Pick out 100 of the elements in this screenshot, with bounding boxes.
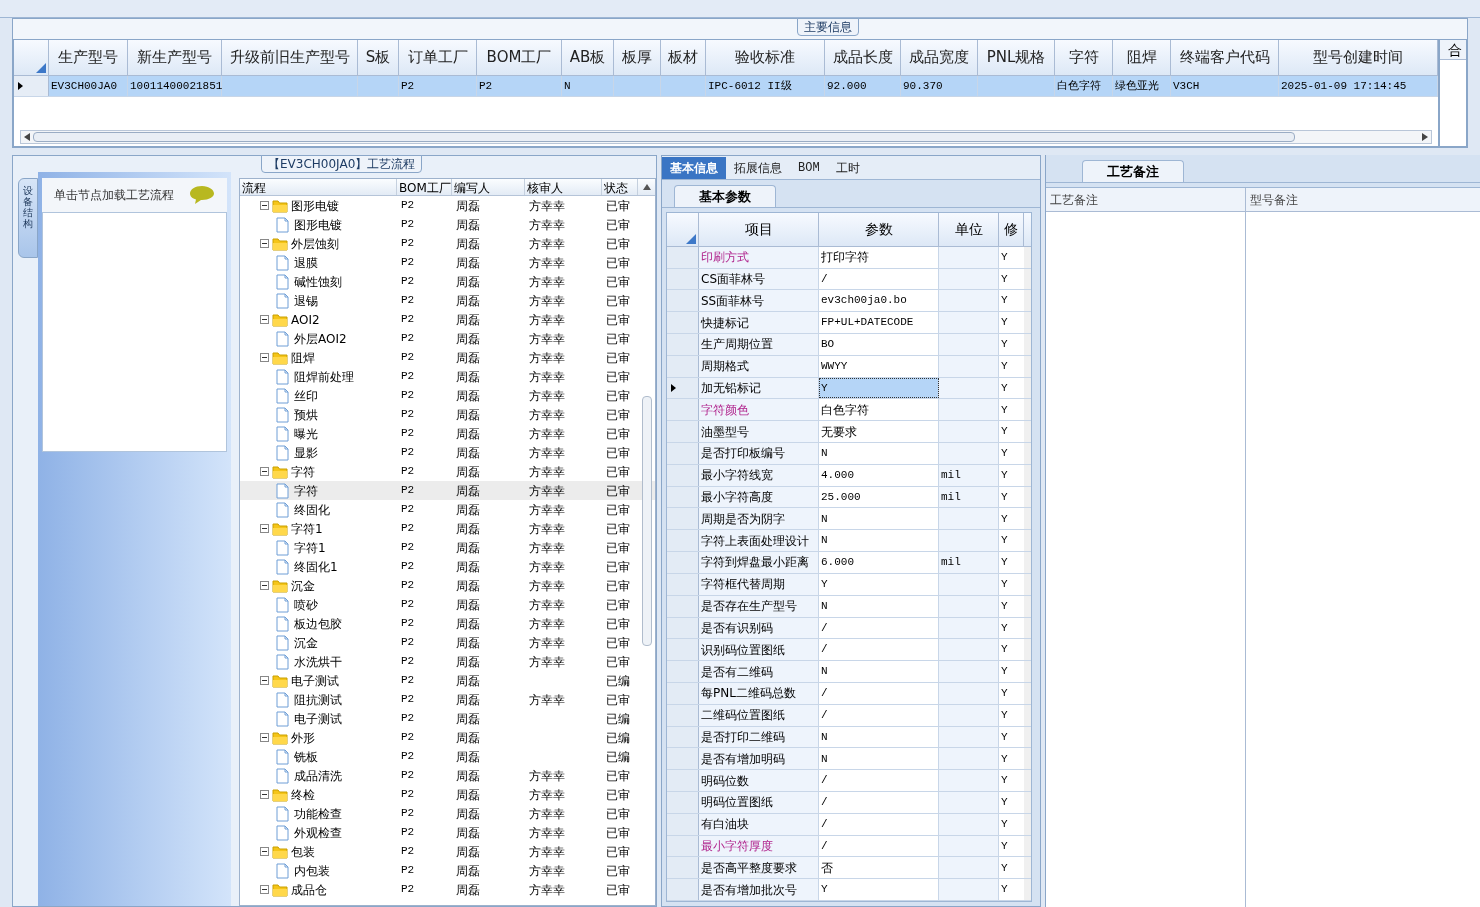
- tree-row[interactable]: 水洗烘干 P2 周磊 方幸幸 已审: [240, 652, 655, 671]
- column-header[interactable]: BOM工厂: [397, 179, 452, 195]
- column-header[interactable]: 核审人: [525, 179, 602, 195]
- column-header[interactable]: 新生产型号: [128, 40, 222, 75]
- table-row[interactable]: 油墨型号 无要求 Y: [667, 421, 1031, 443]
- table-row[interactable]: 字符颜色 白色字符 Y: [667, 399, 1031, 422]
- column-header[interactable]: 工艺备注: [1046, 188, 1245, 212]
- column-header[interactable]: 单位: [939, 213, 999, 246]
- column-header[interactable]: BOM工厂: [477, 40, 562, 75]
- table-row[interactable]: 最小字符高度 25.000 mil Y: [667, 486, 1031, 509]
- tree-row[interactable]: 外层蚀刻 P2 周磊 方幸幸 已审: [240, 234, 655, 253]
- tree-row[interactable]: 包装 P2 周磊 方幸幸 已审: [240, 842, 655, 861]
- tree-row[interactable]: 电子测试 P2 周磊 已编: [240, 671, 655, 690]
- tree-row[interactable]: 字符1 P2 周磊 方幸幸 已审: [240, 519, 655, 538]
- tab[interactable]: BOM: [790, 157, 828, 179]
- collapse-icon[interactable]: [260, 239, 269, 248]
- tree-row[interactable]: 字符 P2 周磊 方幸幸 已审: [240, 462, 655, 481]
- column-header[interactable]: 板材: [661, 40, 706, 75]
- collapse-icon[interactable]: [260, 467, 269, 476]
- table-row[interactable]: 是否打印二维码 N Y: [667, 726, 1031, 749]
- tree-row[interactable]: 阻抗测试 P2 周磊 方幸幸 已审: [240, 690, 655, 709]
- column-header[interactable]: 修: [999, 213, 1024, 246]
- tree-row[interactable]: 曝光 P2 周磊 方幸幸 已审: [240, 424, 655, 443]
- table-row[interactable]: 明码位置图纸 / Y: [667, 792, 1031, 814]
- table-row[interactable]: 有白油块 / Y: [667, 813, 1031, 836]
- collapse-icon[interactable]: [260, 315, 269, 324]
- tree-row[interactable]: 板边包胶 P2 周磊 方幸幸 已审: [240, 614, 655, 633]
- collapse-icon[interactable]: [260, 201, 269, 210]
- tree-row[interactable]: 终固化1 P2 周磊 方幸幸 已审: [240, 557, 655, 576]
- tree-row[interactable]: 图形电镀 P2 周磊 方幸幸 已审: [240, 196, 655, 215]
- tree-row[interactable]: 成品仓 P2 周磊 方幸幸 已审: [240, 880, 655, 899]
- column-header[interactable]: 终端客户代码: [1171, 40, 1279, 75]
- column-header[interactable]: 升级前旧生产型号: [222, 40, 358, 75]
- table-row[interactable]: 最小字符厚度 / Y: [667, 835, 1031, 858]
- tree-row[interactable]: 阻焊前处理 P2 周磊 方幸幸 已审: [240, 367, 655, 386]
- collapse-icon[interactable]: [260, 524, 269, 533]
- collapse-icon[interactable]: [260, 581, 269, 590]
- column-header[interactable]: S板: [358, 40, 399, 75]
- table-row[interactable]: 快捷标记 FP+UL+DATECODE Y: [667, 312, 1031, 334]
- tree-row[interactable]: 丝印 P2 周磊 方幸幸 已审: [240, 386, 655, 405]
- tree-row[interactable]: 终固化 P2 周磊 方幸幸 已审: [240, 500, 655, 519]
- table-row[interactable]: 二维码位置图纸 / Y: [667, 704, 1031, 727]
- tree-row[interactable]: 外层AOI2 P2 周磊 方幸幸 已审: [240, 329, 655, 348]
- column-header[interactable]: 字符: [1055, 40, 1113, 75]
- table-row[interactable]: 周期格式 WWYY Y: [667, 355, 1031, 378]
- column-header[interactable]: 项目: [699, 213, 819, 246]
- table-row[interactable]: 字符到焊盘最小距离 6.000 mil Y: [667, 552, 1031, 574]
- table-row[interactable]: 每PNL二维码总数 / Y: [667, 682, 1031, 705]
- table-row[interactable]: 最小字符线宽 4.000 mil Y: [667, 464, 1031, 487]
- collapse-icon[interactable]: [260, 790, 269, 799]
- tab[interactable]: 拓展信息: [726, 157, 790, 179]
- tree-row[interactable]: 沉金 P2 周磊 方幸幸 已审: [240, 633, 655, 652]
- tab[interactable]: 工艺备注: [1082, 160, 1184, 182]
- table-row[interactable]: 周期是否为阴字 N Y: [667, 508, 1031, 531]
- scroll-left-icon[interactable]: [24, 133, 30, 141]
- horizontal-scrollbar[interactable]: [20, 130, 1432, 144]
- table-row[interactable]: 字符框代替周期 Y Y: [667, 573, 1031, 596]
- table-row[interactable]: 印刷方式 打印字符 Y: [667, 246, 1031, 269]
- tree-row[interactable]: 阻焊 P2 周磊 方幸幸 已审: [240, 348, 655, 367]
- tree-row[interactable]: 退膜 P2 周磊 方幸幸 已审: [240, 253, 655, 272]
- column-header[interactable]: 参数: [819, 213, 939, 246]
- table-row[interactable]: CS面菲林号 / Y: [667, 268, 1031, 291]
- table-row[interactable]: EV3CH00JA0 10011400021851 P2 P2 N IPC-6012 II级 92.000 90.370 白色字符 绿色亚光 V3CH 2025-01-09 17:14:45: [14, 76, 1438, 97]
- tree-row[interactable]: AOI2 P2 周磊 方幸幸 已审: [240, 310, 655, 329]
- column-header[interactable]: 阻焊: [1113, 40, 1171, 75]
- tree-row[interactable]: 电子测试 P2 周磊 已编: [240, 709, 655, 728]
- table-row[interactable]: SS面菲林号 ev3ch00ja0.bo Y: [667, 290, 1031, 313]
- column-header[interactable]: 验收标准: [706, 40, 825, 75]
- tree-row[interactable]: 图形电镀 P2 周磊 方幸幸 已审: [240, 215, 655, 234]
- tab[interactable]: 基本信息: [662, 157, 726, 179]
- tree-row[interactable]: 铣板 P2 周磊 已编: [240, 747, 655, 766]
- table-row[interactable]: 是否有增加批次号 Y Y: [667, 879, 1031, 901]
- collapse-icon[interactable]: [260, 847, 269, 856]
- tree-row[interactable]: 字符1 P2 周磊 方幸幸 已审: [240, 538, 655, 557]
- column-header[interactable]: 订单工厂: [399, 40, 477, 75]
- column-header[interactable]: 状态: [602, 179, 638, 195]
- collapse-icon[interactable]: [260, 353, 269, 362]
- tree-row[interactable]: 沉金 P2 周磊 方幸幸 已审: [240, 576, 655, 595]
- tree-row[interactable]: 喷砂 P2 周磊 方幸幸 已审: [240, 595, 655, 614]
- column-header[interactable]: 编写人: [452, 179, 525, 195]
- tree-row[interactable]: 外形 P2 周磊 已编: [240, 728, 655, 747]
- collapse-icon[interactable]: [260, 885, 269, 894]
- tree-row[interactable]: 功能检查 P2 周磊 方幸幸 已审: [240, 804, 655, 823]
- table-row[interactable]: 是否有二维码 N Y: [667, 661, 1031, 683]
- tree-row[interactable]: 内包装 P2 周磊 方幸幸 已审: [240, 861, 655, 880]
- table-row[interactable]: 是否打印板编号 N Y: [667, 443, 1031, 465]
- column-header[interactable]: AB板: [562, 40, 614, 75]
- column-header[interactable]: PNL规格: [978, 40, 1055, 75]
- table-row[interactable]: 字符上表面处理设计 N Y: [667, 530, 1031, 553]
- tree-row[interactable]: 预烘 P2 周磊 方幸幸 已审: [240, 405, 655, 424]
- table-row[interactable]: 是否高平整度要求 否 Y: [667, 857, 1031, 880]
- tree-row[interactable]: 成品清洗 P2 周磊 方幸幸 已审: [240, 766, 655, 785]
- table-row[interactable]: 识别码位置图纸 / Y: [667, 639, 1031, 662]
- scroll-up-icon[interactable]: [642, 184, 651, 190]
- table-row[interactable]: 加无铅标记 Y Y: [667, 377, 1031, 400]
- tree-row[interactable]: 终检 P2 周磊 方幸幸 已审: [240, 785, 655, 804]
- node-list-panel[interactable]: [42, 212, 227, 452]
- table-row[interactable]: 是否有识别码 / Y: [667, 617, 1031, 640]
- table-row[interactable]: 是否存在生产型号 N Y: [667, 595, 1031, 618]
- column-header[interactable]: 生产型号: [49, 40, 128, 75]
